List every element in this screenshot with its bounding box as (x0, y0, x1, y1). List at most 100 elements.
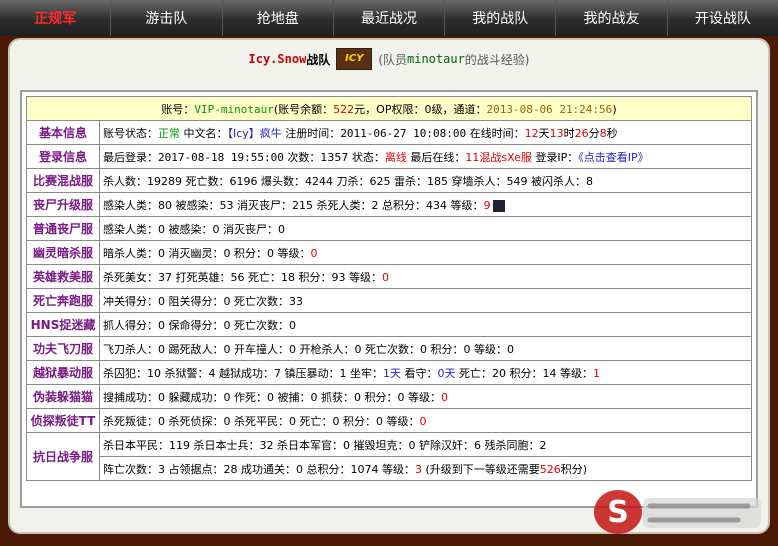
site-watermark-logo: S (594, 490, 761, 534)
zombie-level: 9 (483, 198, 491, 212)
last-server: 11混战sXe服 (465, 150, 532, 164)
account-cell: 账号：VIP-minotaur(账号余额：522元，OP权限：0级，通道：201… (26, 96, 752, 121)
deathrun-stats: 冲关得分：0 阻关得分：0 死亡次数：33 (99, 288, 752, 313)
nav-create-team[interactable]: 开设战队 (668, 0, 778, 36)
hero-stats-cell: 杀死美女：37 打死英雄：56 死亡：18 积分：93 等级：0 (99, 264, 752, 289)
row-label-hero: 英雄救美服 (26, 264, 100, 289)
account-label: 账号： (161, 102, 195, 116)
login-info-cell: 最后登录：2017-08-18 19:55:00 次数：1357 状态：离线 最… (99, 144, 752, 169)
unit-day: 天 (538, 126, 550, 140)
balance-label: (账号余额： (273, 102, 334, 116)
member-name: minotaur (407, 52, 465, 66)
account-close: ) (612, 102, 617, 116)
table-row: 登录信息 最后登录：2017-08-18 19:55:00 次数：1357 状态… (26, 144, 752, 169)
normal-zombie-stats: 感染人类：0 被感染：0 消灭丧尸：0 (99, 216, 752, 241)
ghost-stats: 暗杀人类：0 消灭幽灵：0 积分：0 等级： (103, 246, 311, 260)
war-level: 3 (414, 462, 422, 476)
last-login-label: 最后登录： (103, 150, 158, 164)
login-count: 1357 (320, 150, 349, 164)
stats-table-wrap: 账号：VIP-minotaur(账号余额：522元，OP权限：0级，通道：201… (20, 90, 758, 508)
unit-minute: 分 (588, 126, 600, 140)
jail-stats-post: 死亡：20 积分：14 等级： (455, 366, 593, 380)
renegade-level: 0 (419, 414, 427, 428)
nav-guerrilla[interactable]: 游击队 (111, 0, 223, 36)
nav-my-team[interactable]: 我的战队 (445, 0, 557, 36)
nav-territory[interactable]: 抢地盘 (223, 0, 334, 36)
row-label-hns: HNS捉迷藏 (26, 312, 100, 337)
account-status: 正常 (158, 126, 180, 140)
table-row: 基本信息 账号状态：正常 中文名：【Icy】疯牛 注册时间：2011-06-27… (26, 120, 752, 145)
renegade-stats: 杀死叛徒：0 杀死侦探：0 杀死平民：0 死亡：0 积分：0 等级： (103, 414, 420, 428)
row-label-ghost: 幽灵暗杀服 (26, 240, 100, 265)
zombie-stats-cell: 感染人类：80 被感染：53 消灭丧尸：215 杀死人类：2 总积分：434 等… (99, 192, 752, 217)
war-points-needed: 526 (539, 462, 561, 476)
nav-recent-battles[interactable]: 最近战况 (334, 0, 446, 36)
table-row: 功夫飞刀服 飞刀杀人：0 踢死敌人：0 开车撞人：0 开枪杀人：0 死亡次数：0… (26, 336, 752, 361)
hide-level: 0 (440, 390, 448, 404)
account-datetime: 2013-08-06 21:24:56 (486, 102, 613, 116)
online-seconds: 8 (599, 126, 607, 140)
table-row: 越狱暴动服 杀囚犯：10 杀狱警：4 越狱成功：7 镇压暴动：1 坐牢：1天 看… (26, 360, 752, 385)
svg-text:S: S (607, 495, 629, 530)
stats-table: 账号：VIP-minotaur(账号余额：522元，OP权限：0级，通道：201… (26, 96, 752, 481)
reg-label: 注册时间： (281, 126, 341, 140)
row-label-normal-zombie: 普通丧尸服 (26, 216, 100, 241)
guard-label: 看守： (400, 366, 438, 380)
hns-stats: 抓人得分：0 保命得分：0 死亡次数：0 (99, 312, 752, 337)
hide-stats: 搜捕成功：0 躲藏成功：0 作死：0 被捕：0 抓获：0 积分：0 等级： (103, 390, 441, 404)
clan-name-suffix: 战队 (306, 52, 331, 67)
jail-time: 1天 (382, 366, 401, 380)
view-ip-link[interactable]: 《点击查看IP》 (578, 151, 648, 164)
hero-level: 0 (381, 270, 389, 284)
war-stats-line1: 杀日本平民：119 杀日本士兵：32 杀日本军官：0 摧毁坦克：0 铲除汉奸：6… (99, 432, 752, 457)
row-label-login: 登录信息 (26, 144, 100, 169)
account-name: VIP-minotaur (194, 102, 274, 116)
member-pre: (队员 (378, 52, 407, 67)
op-channel-label: 元，OP权限：0级，通道： (354, 102, 487, 116)
ip-label: 登录IP： (531, 150, 579, 164)
table-row: 比赛混战服 杀人数：19289 死亡数：6196 爆头数：4244 刀杀：625… (26, 168, 752, 193)
cn-name: 【Icy】疯牛 (227, 126, 282, 140)
nav-regular[interactable]: 正规军 (0, 0, 112, 36)
renegade-stats-cell: 杀死叛徒：0 杀死侦探：0 杀死平民：0 死亡：0 积分：0 等级：0 (99, 408, 752, 433)
nav-my-teammates[interactable]: 我的战友 (556, 0, 668, 36)
member-post: 的战斗经验) (464, 52, 530, 67)
content-frame: Icy.Snow 战队 ICY (队员 minotaur 的战斗经验) 账号：VIP… (8, 38, 770, 534)
table-row: 英雄救美服 杀死美女：37 打死英雄：56 死亡：18 积分：93 等级：0 (26, 264, 752, 289)
kungfu-stats: 飞刀杀人：0 踢死敌人：0 开车撞人：0 开枪杀人：0 死亡次数：0 积分：0 … (99, 336, 752, 361)
war-next-label: (升级到下一等级还需要 (421, 462, 540, 476)
ghost-stats-cell: 暗杀人类：0 消灭幽灵：0 积分：0 等级：0 (99, 240, 752, 265)
jail-stats-cell: 杀囚犯：10 杀狱警：4 越狱成功：7 镇压暴动：1 坐牢：1天 看守：0天 死… (99, 360, 752, 385)
unit-second: 秒 (606, 126, 618, 140)
row-label-zombie: 丧尸升级服 (26, 192, 100, 217)
guard-time: 0天 (437, 366, 456, 380)
table-row: 死亡奔跑服 冲关得分：0 阻关得分：0 死亡次数：33 (26, 288, 752, 313)
ghost-level: 0 (310, 246, 318, 260)
login-state-label: 状态： (348, 150, 385, 164)
last-login-time: 2017-08-18 19:55:00 (158, 150, 284, 164)
row-label-hide: 伪装躲猫猫 (26, 384, 100, 409)
jail-level: 1 (592, 366, 600, 380)
login-count-label: 次数： (283, 150, 321, 164)
row-label-renegade: 侦探叛徒TT (26, 408, 100, 433)
row-label-match: 比赛混战服 (26, 168, 100, 193)
hero-stats: 杀死美女：37 打死英雄：56 死亡：18 积分：93 等级： (103, 270, 382, 284)
row-label-deathrun: 死亡奔跑服 (26, 288, 100, 313)
basic-info-cell: 账号状态：正常 中文名：【Icy】疯牛 注册时间：2011-06-27 10:0… (99, 120, 752, 145)
war-stats-line2: 阵亡次数：3 占领据点：28 成功通关：0 总积分：1074 等级：3 (升级到… (99, 456, 752, 481)
status-label: 账号状态： (103, 126, 158, 140)
unit-hour: 时 (563, 126, 575, 140)
level-badge-icon (493, 199, 506, 212)
hide-stats-cell: 搜捕成功：0 躲藏成功：0 作死：0 被捕：0 抓获：0 积分：0 等级：0 (99, 384, 752, 409)
clan-name-en: Icy.Snow (248, 52, 307, 66)
table-row: 抗日战争服 杀日本平民：119 杀日本士兵：32 杀日本军官：0 摧毁坦克：0 … (26, 432, 752, 481)
last-server-label: 最后在线： (406, 150, 466, 164)
cn-name-label: 中文名： (180, 126, 228, 140)
match-stats: 杀人数：19289 死亡数：6196 爆头数：4244 刀杀：625 雷杀：18… (99, 168, 752, 193)
online-days: 12 (524, 126, 539, 140)
account-balance: 522 (333, 102, 355, 116)
login-state: 离线 (384, 150, 407, 164)
row-label-jail: 越狱暴动服 (26, 360, 100, 385)
row-label-basic: 基本信息 (26, 120, 100, 145)
row-label-kungfu: 功夫飞刀服 (26, 336, 100, 361)
